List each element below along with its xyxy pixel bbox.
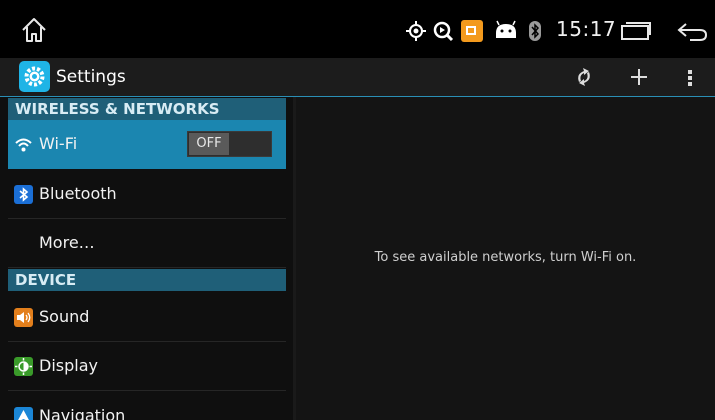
back-icon[interactable]: [676, 20, 708, 42]
home-icon[interactable]: [20, 16, 48, 44]
toggle-state-label: OFF: [189, 133, 229, 155]
bluetooth-icon: [14, 185, 33, 204]
app-title: Settings: [56, 67, 126, 87]
add-icon[interactable]: [628, 66, 650, 88]
settings-item-label: Wi-Fi: [39, 134, 78, 153]
android-debug-icon: [496, 20, 516, 38]
navigation-icon: [14, 407, 33, 420]
section-header-wireless: WIRELESS & NETWORKS: [8, 98, 286, 120]
search-icon: [433, 21, 454, 42]
bluetooth-icon: [529, 21, 541, 41]
settings-item-wifi[interactable]: Wi-Fi OFF: [8, 120, 286, 169]
settings-item-navigation[interactable]: Navigation: [8, 392, 286, 420]
action-bar: Settings: [0, 58, 715, 98]
settings-item-sound[interactable]: Sound: [8, 293, 286, 342]
media-app-icon: [461, 20, 483, 42]
settings-item-bluetooth[interactable]: Bluetooth: [8, 170, 286, 219]
settings-item-label: Navigation: [39, 406, 126, 420]
sound-icon: [14, 308, 33, 327]
settings-item-label: Bluetooth: [39, 184, 117, 203]
settings-item-more[interactable]: More…: [8, 219, 286, 268]
wifi-off-message: To see available networks, turn Wi-Fi on…: [374, 250, 637, 265]
settings-list: WIRELESS & NETWORKS Wi-Fi OFF Bluetooth …: [0, 97, 293, 420]
overflow-menu-icon[interactable]: [685, 66, 695, 88]
settings-item-label: More…: [39, 233, 95, 252]
wifi-icon: [15, 138, 32, 152]
section-header-device: DEVICE: [8, 269, 286, 291]
wifi-detail-pane: To see available networks, turn Wi-Fi on…: [296, 97, 715, 420]
sync-icon[interactable]: [573, 66, 595, 88]
status-bar: 15:17: [0, 0, 715, 58]
wifi-toggle[interactable]: OFF: [187, 131, 272, 157]
settings-item-label: Sound: [39, 307, 90, 326]
clock: 15:17: [556, 17, 617, 41]
recents-icon[interactable]: [620, 22, 652, 40]
location-icon: [406, 21, 426, 41]
settings-item-label: Display: [39, 356, 98, 375]
settings-item-display[interactable]: Display: [8, 342, 286, 391]
settings-gear-icon[interactable]: [19, 61, 50, 92]
display-icon: [14, 357, 33, 376]
